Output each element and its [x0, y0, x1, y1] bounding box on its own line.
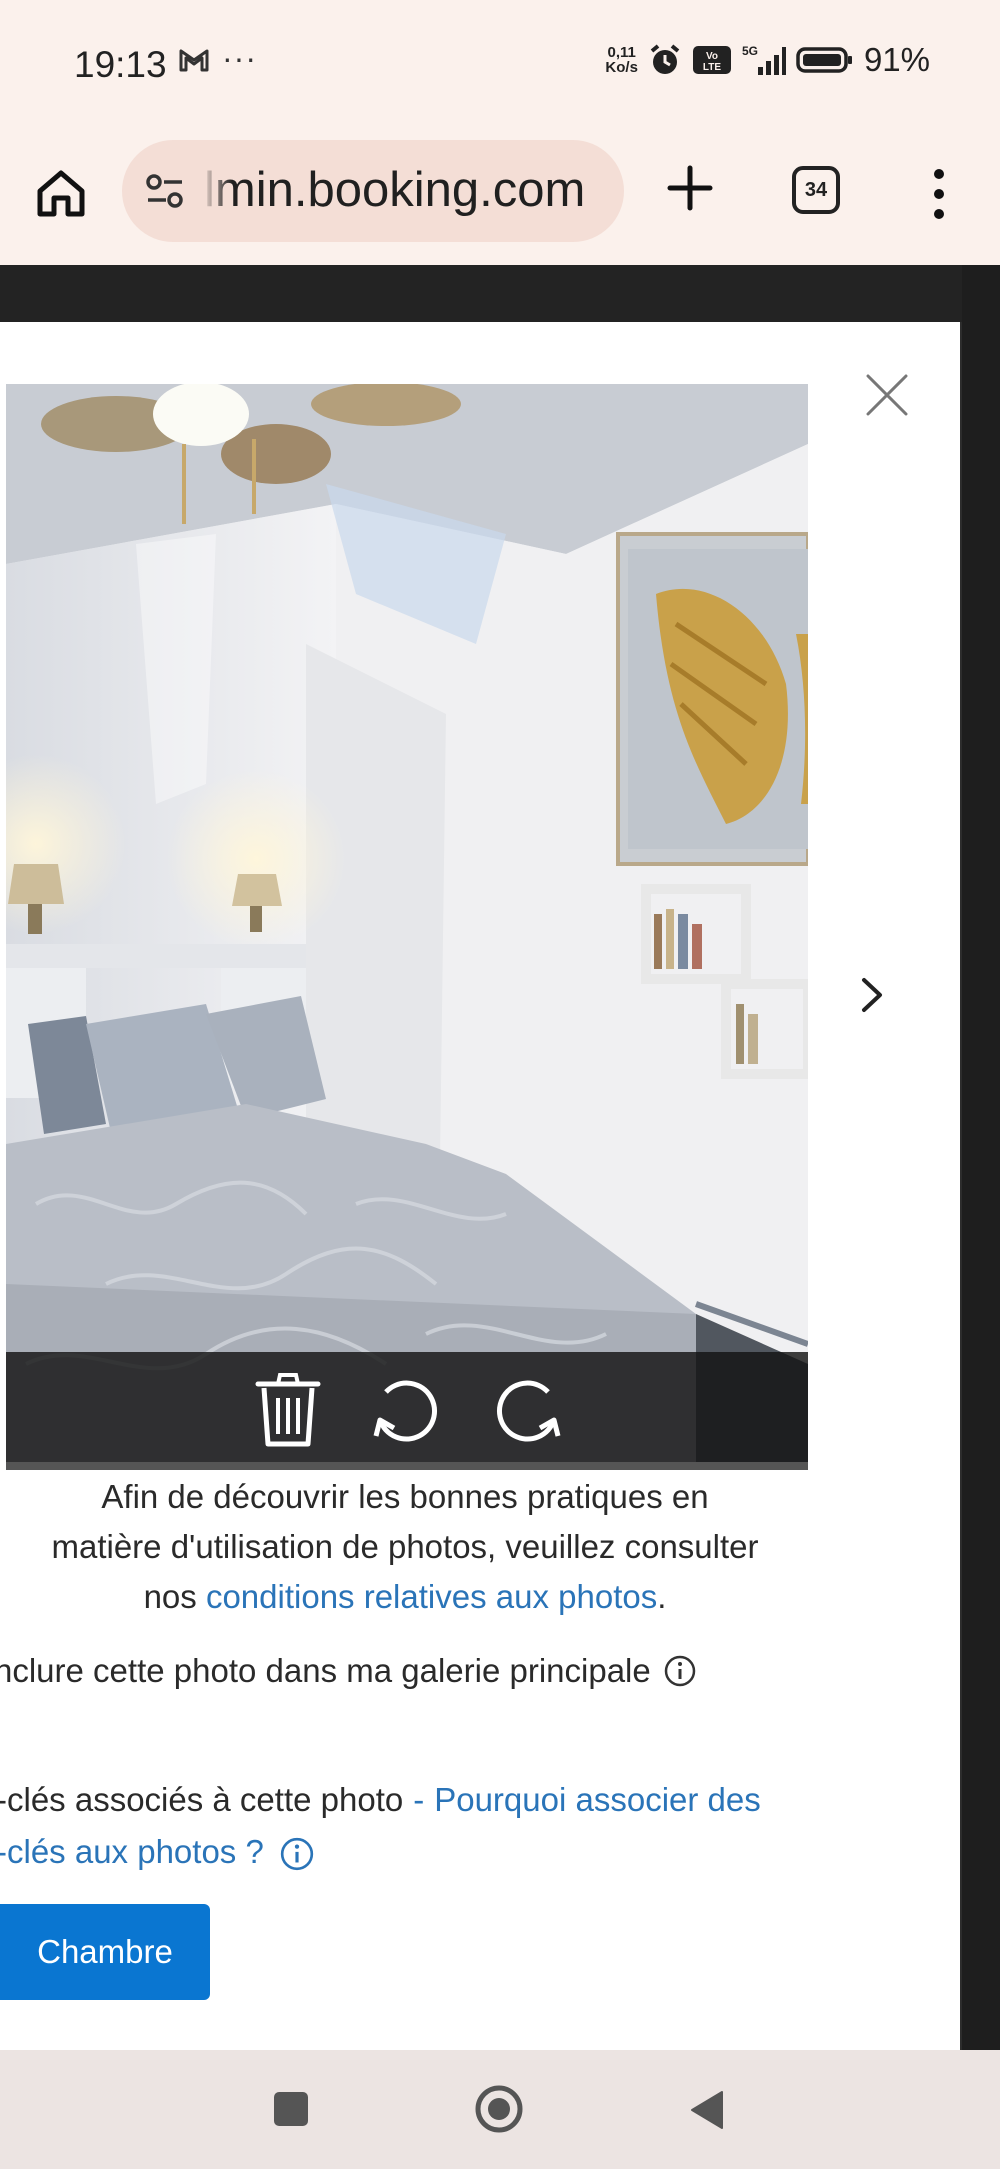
- tag-chip-label: Chambre: [37, 1933, 173, 1970]
- tab-count: 34: [804, 178, 828, 201]
- recent-apps-icon[interactable]: [274, 2092, 308, 2126]
- address-bar[interactable]: lmin.booking.com: [122, 140, 624, 242]
- svg-text:LTE: LTE: [703, 62, 721, 73]
- tag-chip-chambre[interactable]: Chambre: [0, 1904, 210, 2000]
- keywords-label: -clés associés à cette photo: [0, 1781, 404, 1818]
- bedroom-photo-illustration: [6, 384, 808, 1462]
- info-icon[interactable]: [663, 1654, 697, 1688]
- home-icon[interactable]: [32, 164, 90, 222]
- new-tab-icon[interactable]: [664, 162, 716, 214]
- alarm-icon: [650, 44, 680, 74]
- browser-toolbar: lmin.booking.com 34: [0, 130, 1000, 265]
- info-icon[interactable]: [279, 1836, 315, 1872]
- clock: 19:13: [74, 44, 167, 85]
- rotate-right-icon[interactable]: [490, 1370, 566, 1448]
- svg-text:5G: 5G: [742, 44, 758, 58]
- status-bar: 19:13 ··· 0,11 Ko/s Vo LTE 5G 91%: [0, 0, 1000, 130]
- include-in-gallery-option[interactable]: nclure cette photo dans ma galerie princ…: [0, 1652, 697, 1690]
- network-speed: 0,11 Ko/s: [605, 44, 638, 76]
- tab-switcher-button[interactable]: 34: [792, 166, 840, 214]
- back-icon[interactable]: [686, 2088, 726, 2132]
- site-settings-icon[interactable]: [144, 170, 186, 212]
- photo-modal: Afin de découvrir les bonnes pratiques e…: [0, 322, 960, 2050]
- url-text[interactable]: lmin.booking.com: [204, 162, 585, 218]
- rotate-left-icon[interactable]: [368, 1370, 444, 1448]
- overflow-menu-icon[interactable]: [924, 166, 954, 222]
- keywords-section: -clés associés à cette photo - Pourquoi as…: [0, 1774, 896, 1878]
- include-in-gallery-label: nclure cette photo dans ma galerie princ…: [0, 1652, 651, 1689]
- chevron-right-icon[interactable]: [858, 974, 886, 1016]
- signal-icon: 5G: [742, 44, 786, 75]
- photo-toolbar: [6, 1352, 808, 1462]
- photo-conditions-link[interactable]: conditions relatives aux photos: [206, 1578, 657, 1615]
- system-navigation-bar: [0, 2050, 1000, 2169]
- volte-icon: Vo LTE: [692, 46, 731, 74]
- battery-icon: [796, 47, 852, 73]
- more-notifications-icon: ···: [222, 40, 257, 76]
- photo-guidelines-text: Afin de découvrir les bonnes pratiques e…: [51, 1478, 759, 1615]
- battery-level: 91%: [863, 41, 930, 78]
- close-icon[interactable]: [864, 372, 910, 418]
- home-circle-icon[interactable]: [474, 2084, 524, 2134]
- gmail-icon: [179, 49, 209, 72]
- svg-text:Vo: Vo: [706, 51, 718, 62]
- room-photo: [6, 384, 808, 1462]
- trash-icon[interactable]: [250, 1370, 326, 1448]
- status-icons: 0,11 Ko/s Vo LTE 5G 91%: [605, 40, 930, 80]
